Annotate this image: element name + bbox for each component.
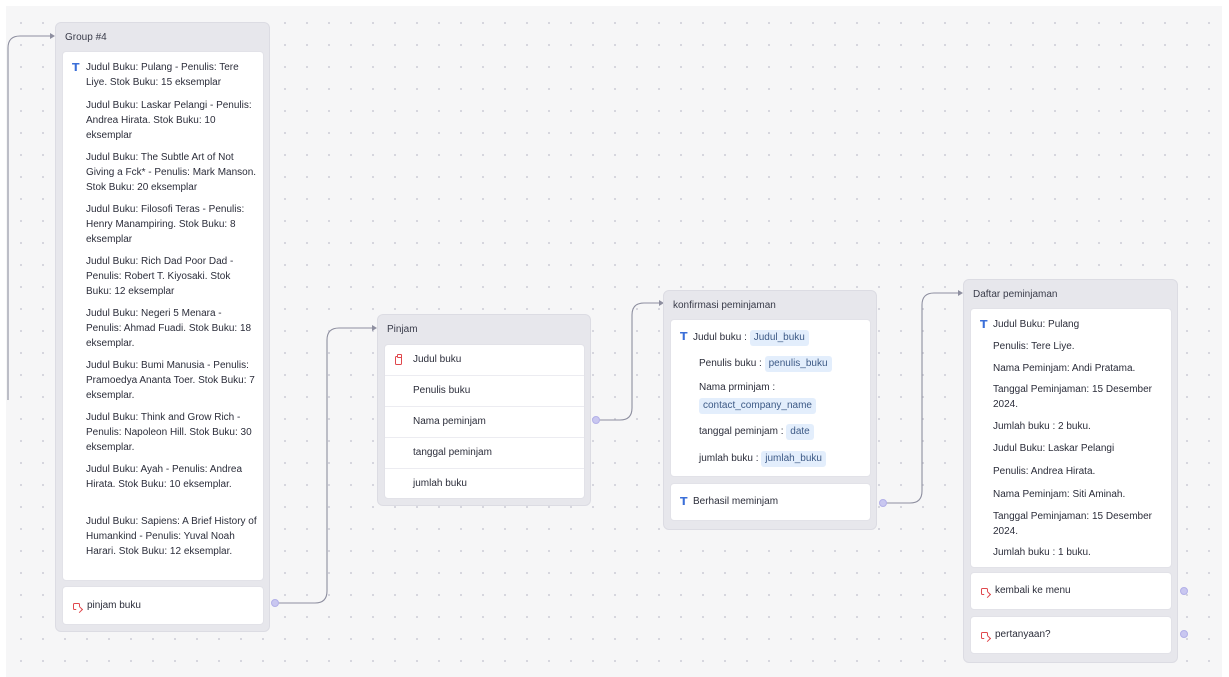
confirm-row: tanggal peminjam : date [699,423,814,441]
capture-field[interactable]: Judul buku [385,345,584,376]
variable-chip: penulis_buku [764,356,832,372]
text-block-icon: T [680,495,688,508]
capture-field[interactable]: Penulis buku [385,376,584,407]
loan-line: Jumlah buku : 1 buku. [993,547,1091,558]
group-node-group4[interactable]: Group #4 T Judul Buku: Pulang - Penulis:… [55,22,270,632]
kembali-ke-menu-button[interactable]: kembali ke menu [970,572,1172,610]
capture-block-card[interactable]: Judul buku Penulis buku Nama peminjam ta… [384,344,585,499]
variable-chip: jumlah_buku [761,451,826,467]
book-entry: Judul Buku: Negeri 5 Menara - Penulis: A… [86,308,252,349]
group-title: konfirmasi peminjaman [673,300,776,311]
loan-line: Penulis: Tere Liye. [993,341,1075,352]
book-entry: Judul Buku: Bumi Manusia - Penulis: Pram… [86,360,255,401]
variable-chip: date [786,424,814,440]
output-handle-kembali[interactable] [1180,587,1188,595]
capture-field[interactable]: jumlah buku [385,469,584,500]
book-entry: Judul Buku: Pulang - Penulis: Tere Liye.… [86,62,239,88]
group-node-pinjam[interactable]: Pinjam Judul buku Penulis buku Nama pemi… [377,314,591,506]
button-label: pinjam buku [87,600,141,611]
loan-line: Nama Peminjam: Andi Pratama. [993,363,1136,374]
output-handle-pertanyaan[interactable] [1180,630,1188,638]
book-entry: Judul Buku: Rich Dad Poor Dad - Penulis:… [86,256,234,297]
output-handle-pinjam-buku[interactable] [271,599,279,607]
book-entry: Judul Buku: Sapiens: A Brief History of … [86,516,257,557]
text-block-card[interactable]: T Judul Buku: Pulang Penulis: Tere Liye.… [970,308,1172,568]
loan-line: Jumlah buku : 2 buku. [993,421,1091,432]
pertanyaan-button[interactable]: pertanyaan? [970,616,1172,654]
capture-field[interactable]: tanggal peminjam [385,438,584,469]
text-block-icon: T [72,61,80,74]
pinjam-buku-button[interactable]: pinjam buku [62,586,264,625]
output-handle-konfirmasi[interactable] [879,499,887,507]
text-block-card[interactable]: T Judul buku : Judul_buku Penulis buku :… [670,319,871,477]
loan-line: Tanggal Peminjaman: 15 Desember 2024. [993,511,1152,537]
confirm-row: Penulis buku : penulis_buku [699,355,832,373]
group-title: Group #4 [65,32,107,43]
book-entry: Judul Buku: Think and Grow Rich - Penuli… [86,412,252,453]
success-message: Berhasil meminjam [693,496,779,507]
group-node-konfirmasi[interactable]: konfirmasi peminjaman T Judul buku : Jud… [663,290,877,530]
text-block-icon: T [980,318,988,331]
text-block-icon: T [680,330,688,343]
output-handle-pinjam[interactable] [592,416,600,424]
text-block-card[interactable]: T Judul Buku: Pulang - Penulis: Tere Liy… [62,51,264,581]
group-node-daftar[interactable]: Daftar peminjaman T Judul Buku: Pulang P… [963,279,1178,663]
group-title: Daftar peminjaman [973,289,1058,300]
text-block-card[interactable]: T Berhasil meminjam [670,483,871,521]
clipboard-icon [395,354,402,365]
loan-line: Nama Peminjam: Siti Aminah. [993,489,1126,500]
book-entry: Judul Buku: Laskar Pelangi - Penulis: An… [86,100,252,141]
loan-line: Penulis: Andrea Hirata. [993,466,1096,477]
button-icon [981,632,988,639]
confirm-row: Judul buku : Judul_buku [693,329,809,347]
book-entry: Judul Buku: Filosofi Teras - Penulis: He… [86,204,245,245]
book-entry: Judul Buku: Ayah - Penulis: Andrea Hirat… [86,464,243,490]
capture-field[interactable]: Nama peminjam [385,407,584,438]
loan-line: Judul Buku: Pulang [993,319,1080,330]
button-icon [73,603,80,610]
variable-chip: Judul_buku [749,330,809,346]
confirm-row: jumlah buku : jumlah_buku [699,450,826,468]
book-entry: Judul Buku: The Subtle Art of Not Giving… [86,152,257,193]
button-icon [981,588,988,595]
button-label: pertanyaan? [995,629,1051,640]
loan-line: Tanggal Peminjaman: 15 Desember 2024. [993,384,1152,410]
loan-line: Judul Buku: Laskar Pelangi [993,443,1115,454]
confirm-row: Nama prminjam : contact_company_name [699,380,849,415]
button-label: kembali ke menu [995,585,1071,596]
group-title: Pinjam [387,324,418,335]
variable-chip: contact_company_name [699,398,816,414]
